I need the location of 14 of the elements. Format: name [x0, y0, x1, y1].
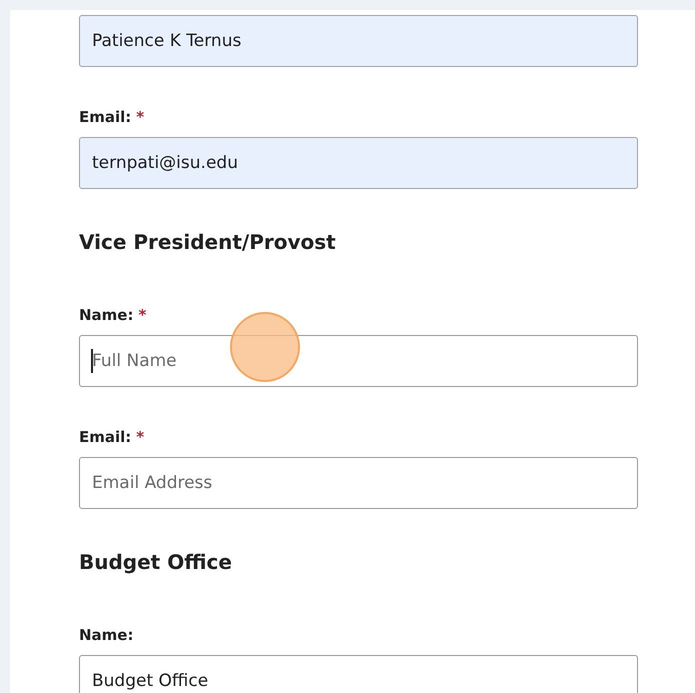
field-label: Email: — [79, 107, 132, 127]
required-mark: * — [138, 305, 146, 325]
input-field[interactable]: Email Address — [79, 457, 638, 509]
field-label: Name: — [79, 305, 134, 325]
input-field[interactable]: Budget Office — [79, 655, 638, 693]
input-field[interactable]: ternpati@isu.edu — [79, 137, 638, 189]
section-heading: Budget Office — [79, 549, 233, 575]
required-mark: * — [136, 427, 144, 447]
input-field[interactable]: Full Name — [79, 335, 638, 387]
required-mark: * — [136, 107, 144, 127]
field-label: Name: — [79, 625, 134, 645]
input-field[interactable]: Patience K Ternus — [79, 15, 638, 67]
section-heading: Vice President/Provost — [79, 229, 337, 255]
field-label: Email: — [79, 427, 132, 447]
